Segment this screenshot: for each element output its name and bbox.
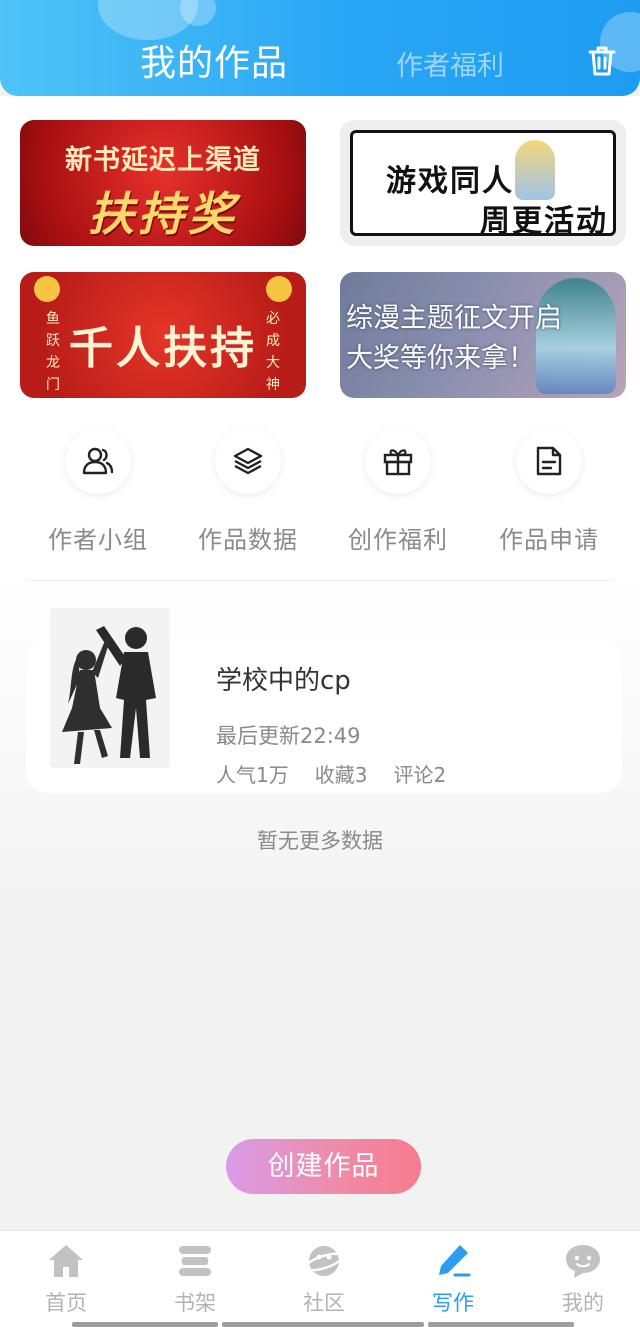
bookshelf-icon [179,1246,211,1276]
nav-item-bookshelf[interactable]: 书架 [131,1239,259,1317]
create-work-button[interactable]: 创建作品 [226,1139,421,1194]
banner-text: 扶持奖 [88,187,238,241]
category-icon-circle [365,428,431,494]
category-label: 作品申请 [499,526,599,554]
lantern-decoration [34,276,60,302]
work-stats: 人气1万 收藏3 评论2 [216,759,472,788]
banner-text: 大奖等你来拿！ [346,343,535,374]
category-icon-circle [215,428,281,494]
chat-face-icon [566,1245,600,1278]
pen-icon [439,1245,471,1277]
banner-text: 新书延迟上渠道 [65,145,261,176]
work-comments: 评论2 [393,763,447,787]
category-label: 作品数据 [198,526,298,554]
bottom-navigation: 首页 书架 社区 写作 我的 [0,1230,640,1327]
banner-text: 周更活动 [480,204,608,239]
nav-label: 首页 [45,1291,87,1315]
no-more-data-text: 暂无更多数据 [257,829,383,853]
work-favorites: 收藏3 [314,763,368,787]
gesture-bar [72,1322,218,1327]
nav-item-home[interactable]: 首页 [2,1239,130,1317]
nav-item-community[interactable]: 社区 [260,1239,388,1317]
banner-new-book-support[interactable]: 新书延迟上渠道 扶持奖 [20,120,306,246]
page-title[interactable]: 我的作品 [140,34,288,86]
layers-icon [233,447,263,475]
tab-author-welfare[interactable]: 作者福利 [396,44,504,83]
users-icon [82,447,114,475]
work-last-updated: 最后更新22:49 [216,724,361,748]
nav-item-writing[interactable]: 写作 [389,1239,517,1317]
category-work-application[interactable]: 作品申请 [474,428,624,555]
nav-label: 社区 [303,1291,345,1315]
gesture-bar [428,1322,574,1327]
banner-game-fanfic-event[interactable]: 游戏同人 周更活动 [340,120,626,246]
home-icon [49,1245,83,1277]
anime-character-image [515,140,555,200]
gesture-bar [222,1322,424,1327]
banner-anime-contest[interactable]: 综漫主题征文开启 大奖等你来拿！ [340,272,626,398]
category-author-group[interactable]: 作者小组 [23,428,173,555]
banner-thousand-support[interactable]: 鱼跃龙门 必成大神 千人扶持 [20,272,306,398]
nav-label: 写作 [432,1291,474,1315]
nav-label: 书架 [174,1291,216,1315]
header-bar: 我的作品 作者福利 [0,0,640,96]
category-label: 创作福利 [348,526,448,554]
banner-text: 千人扶持 [69,323,257,374]
planet-icon [304,1246,344,1276]
gift-icon [383,449,413,476]
work-popularity: 人气1万 [216,763,289,787]
work-title[interactable]: 学校中的cp [216,660,351,697]
silhouette-couple-image [50,608,170,768]
category-label: 作者小组 [48,526,148,554]
book-cover-image[interactable] [50,608,170,768]
section-divider [26,580,614,581]
category-icon-circle [65,428,131,494]
category-icon-circle [516,428,582,494]
banner-text: 综漫主题征文开启 [346,303,562,334]
lantern-decoration [266,276,292,302]
nav-item-mine[interactable]: 我的 [519,1239,640,1317]
nav-label: 我的 [562,1291,604,1315]
banner-text: 游戏同人 [386,164,514,199]
category-work-data[interactable]: 作品数据 [173,428,323,555]
document-icon [536,446,562,476]
category-creation-welfare[interactable]: 创作福利 [323,428,473,555]
trash-icon[interactable] [586,44,618,78]
